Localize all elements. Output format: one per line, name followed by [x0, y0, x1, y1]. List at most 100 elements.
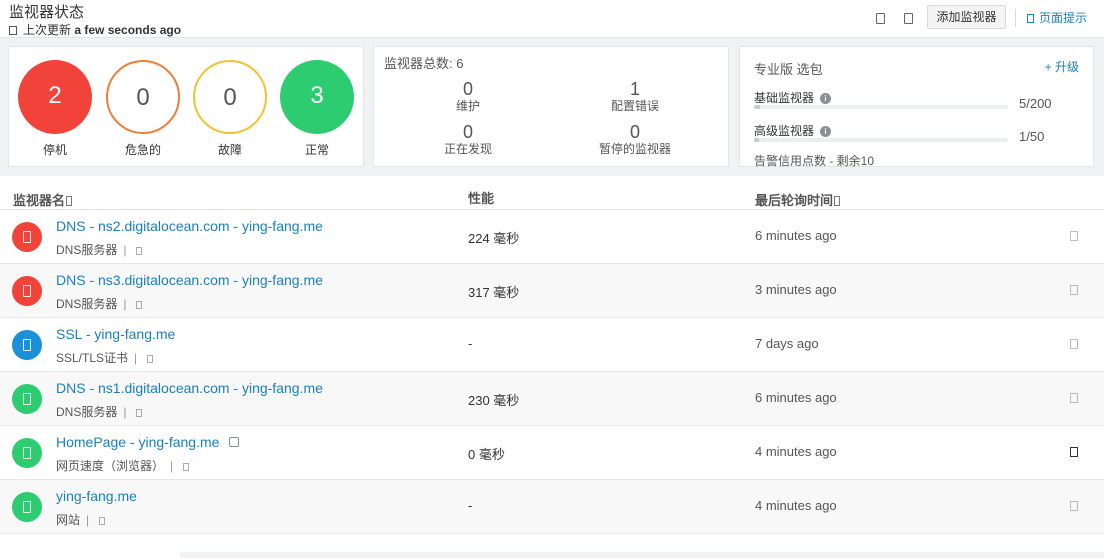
performance-value: 230 毫秒: [468, 393, 520, 408]
tag-icon[interactable]: [147, 355, 154, 363]
filter-icon[interactable]: [876, 13, 885, 24]
upgrade-link[interactable]: + 升级: [1045, 58, 1079, 75]
monitor-type: SSL/TLS证书 |: [56, 349, 154, 366]
last-updated-prefix: 上次更新: [23, 23, 72, 37]
monitor-type: 网页速度（浏览器） |: [56, 457, 190, 474]
down-label: 停机: [42, 143, 67, 157]
page-tips-label: 页面提示: [1039, 11, 1088, 25]
sort-icon: [834, 196, 841, 206]
row-menu-icon[interactable]: [1070, 285, 1078, 295]
monitor-type-label: 网页速度（浏览器）: [56, 459, 165, 473]
monitor-type-label: DNS服务器: [56, 405, 118, 419]
last-poll-time: 3 minutes ago: [755, 282, 837, 297]
table-row[interactable]: HomePage - ying-fang.me 网页速度（浏览器） | 0 毫秒 4 m…: [0, 426, 1104, 480]
tag-icon[interactable]: [136, 247, 143, 255]
performance-value: 224 毫秒: [468, 231, 520, 246]
footer-strip: [180, 552, 1104, 558]
table-row[interactable]: DNS - ns3.digitalocean.com - ying-fang.m…: [0, 264, 1104, 318]
status-icon: [12, 438, 42, 468]
monitor-name-link[interactable]: HomePage - ying-fang.me: [56, 434, 240, 450]
plan-card: 专业版 选包 + 升级 基础监视器 i 5/200 高级监视器 i 1/50 告警信…: [739, 46, 1094, 168]
row-menu-icon[interactable]: [1070, 393, 1078, 403]
basic-usage-bar: [754, 105, 1008, 109]
monitor-name[interactable]: ying-fang.me: [56, 488, 137, 504]
monitor-type: DNS服务器 |: [56, 403, 143, 420]
tips-icon: [1027, 14, 1034, 23]
table-row[interactable]: DNS - ns1.digitalocean.com - ying-fang.m…: [0, 372, 1104, 426]
basic-monitor-row: 基础监视器 i: [754, 89, 832, 106]
external-link-icon[interactable]: [229, 437, 240, 447]
alert-credits: 告警信用点数 - 剩余10: [754, 154, 875, 168]
row-menu-icon[interactable]: [1070, 231, 1078, 241]
monitor-name-link[interactable]: DNS - ns3.digitalocean.com - ying-fang.m…: [56, 272, 323, 288]
up-count-circle[interactable]: 3: [280, 60, 354, 134]
layout-icon[interactable]: [904, 13, 913, 24]
last-poll-time: 7 days ago: [755, 336, 819, 351]
critical-count-circle[interactable]: 0: [106, 60, 180, 134]
monitor-type: DNS服务器 |: [56, 295, 143, 312]
type-separator: |: [170, 459, 174, 473]
refresh-icon[interactable]: [9, 26, 17, 35]
trouble-count-circle[interactable]: 0: [193, 60, 267, 134]
status-icon: [12, 276, 42, 306]
status-icon: [12, 330, 42, 360]
monitor-name-link[interactable]: DNS - ns1.digitalocean.com - ying-fang.m…: [56, 380, 323, 396]
monitor-type-label: DNS服务器: [56, 297, 118, 311]
basic-usage-fill: [754, 105, 761, 109]
tag-icon[interactable]: [183, 463, 190, 471]
type-separator: |: [123, 243, 127, 257]
table-row[interactable]: DNS - ns2.digitalocean.com - ying-fang.m…: [0, 210, 1104, 264]
down-count-circle[interactable]: 2: [18, 60, 92, 134]
advanced-monitor-row: 高级监视器 i: [754, 122, 832, 139]
table-row[interactable]: SSL - ying-fang.me SSL/TLS证书 | - 7 days ago: [0, 318, 1104, 372]
page-title: 监视器状态: [9, 4, 85, 21]
row-menu-icon[interactable]: [1070, 339, 1078, 349]
tag-icon[interactable]: [136, 301, 143, 309]
monitor-name[interactable]: DNS - ns1.digitalocean.com - ying-fang.m…: [56, 380, 323, 396]
performance-value: -: [468, 336, 473, 351]
monitor-name-link[interactable]: DNS - ns2.digitalocean.com - ying-fang.m…: [56, 218, 323, 234]
col-header-name[interactable]: 监视器名: [13, 190, 73, 209]
tag-icon[interactable]: [99, 517, 106, 525]
up-label: 正常: [304, 143, 329, 157]
performance-value: 0 毫秒: [468, 447, 505, 462]
advanced-monitor-label: 高级监视器: [754, 124, 815, 138]
discovering-label: 正在发现: [443, 142, 492, 156]
monitor-name-link[interactable]: SSL - ying-fang.me: [56, 326, 175, 342]
page-tips-link[interactable]: 页面提示: [1027, 9, 1087, 26]
monitor-type-label: DNS服务器: [56, 243, 118, 257]
tag-icon[interactable]: [136, 409, 143, 417]
monitor-name-link[interactable]: ying-fang.me: [56, 488, 137, 504]
type-separator: |: [123, 297, 127, 311]
basic-monitor-count: 5/200: [1019, 96, 1052, 111]
col-header-perf[interactable]: 性能: [468, 188, 494, 207]
performance-value: 317 毫秒: [468, 285, 520, 300]
last-updated: 上次更新 a few seconds ago: [9, 21, 181, 38]
monitor-type-label: SSL/TLS证书: [56, 351, 129, 365]
status-summary-card: 2 停机 0 危急的 0 故障 3 正常: [8, 46, 364, 167]
monitor-name[interactable]: SSL - ying-fang.me: [56, 326, 175, 342]
basic-monitor-label: 基础监视器: [754, 91, 815, 105]
header-divider: [1015, 9, 1016, 27]
advanced-usage-fill: [754, 138, 760, 142]
monitor-type-label: 网站: [56, 513, 81, 527]
info-icon[interactable]: i: [820, 93, 832, 104]
config-error-label: 配置错误: [610, 99, 659, 113]
table-row[interactable]: ying-fang.me 网站 | - 4 minutes ago: [0, 480, 1104, 534]
monitor-name[interactable]: DNS - ns3.digitalocean.com - ying-fang.m…: [56, 272, 323, 288]
status-icon: [12, 492, 42, 522]
monitor-total-title: 监视器总数: 6: [384, 56, 464, 71]
last-poll-time: 4 minutes ago: [755, 444, 837, 459]
col-header-poll[interactable]: 最后轮询时间: [755, 190, 841, 209]
info-icon[interactable]: i: [820, 126, 832, 137]
plan-title: 专业版 选包: [754, 62, 823, 77]
row-menu-icon[interactable]: [1070, 501, 1078, 511]
col-name-label: 监视器名: [13, 193, 66, 208]
monitor-name[interactable]: HomePage - ying-fang.me: [56, 434, 219, 450]
add-monitor-button[interactable]: 添加监视器: [927, 5, 1006, 29]
monitor-name[interactable]: DNS - ns2.digitalocean.com - ying-fang.m…: [56, 218, 323, 234]
row-menu-icon[interactable]: [1070, 447, 1078, 457]
monitor-table: 监视器名 性能 最后轮询时间 DNS - ns2.digitalocean.co…: [0, 176, 1104, 558]
sort-icon: [66, 196, 73, 206]
monitor-type: DNS服务器 |: [56, 241, 143, 258]
